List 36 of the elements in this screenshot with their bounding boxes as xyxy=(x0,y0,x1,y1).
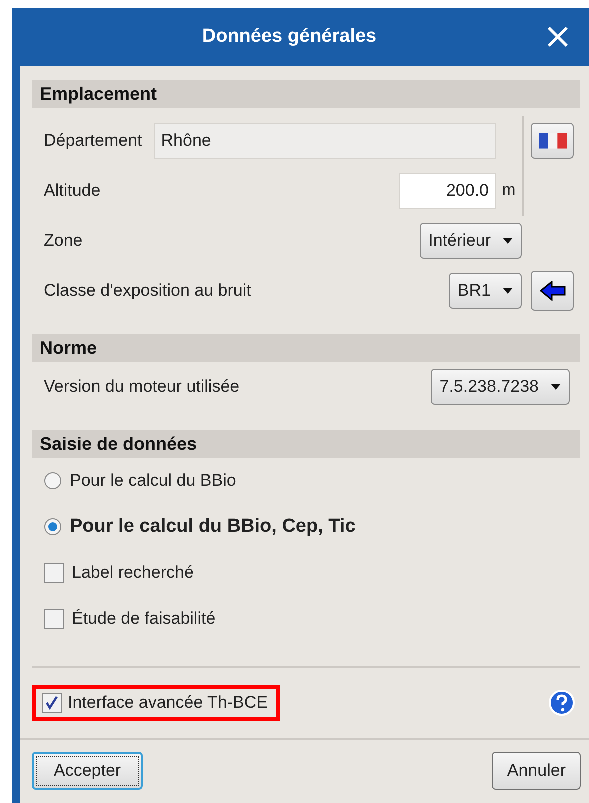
field-label: Altitude xyxy=(44,181,101,201)
dropdown[interactable]: BR1 xyxy=(448,273,522,309)
field-label: Zone xyxy=(44,231,83,251)
dropdown[interactable]: Intérieur xyxy=(420,223,522,259)
field-label: Classe d'exposition au bruit xyxy=(44,281,252,301)
section-header: Emplacement xyxy=(32,80,580,108)
dropdown[interactable]: 7.5.238.7238 xyxy=(430,369,570,405)
checkbox[interactable] xyxy=(44,563,64,583)
number-field[interactable]: 200.0 xyxy=(399,173,496,209)
option-label: Interface avancée Th-BCE xyxy=(68,693,268,713)
caret-icon xyxy=(503,288,513,294)
option-label: Label recherché xyxy=(72,563,194,583)
arrow-icon xyxy=(540,281,566,301)
checkbox[interactable] xyxy=(42,693,62,713)
caret-icon xyxy=(503,238,513,244)
field-label: Département xyxy=(44,131,142,151)
close-icon[interactable] xyxy=(547,26,569,48)
section-header: Saisie de données xyxy=(32,430,580,458)
dialog-button[interactable]: Accepter xyxy=(32,752,144,790)
arrow-button[interactable] xyxy=(531,271,574,311)
checkbox[interactable] xyxy=(44,609,64,629)
caret-icon xyxy=(551,384,561,390)
option-label: Pour le calcul du BBio xyxy=(70,471,236,491)
text-field[interactable]: Rhône xyxy=(154,123,496,159)
dialog-button[interactable]: Annuler xyxy=(492,752,581,790)
option-label: Pour le calcul du BBio, Cep, Tic xyxy=(70,516,356,538)
field-label: Version du moteur utilisée xyxy=(44,377,240,397)
window-title: Données générales xyxy=(201,26,378,48)
unit-label: m xyxy=(501,182,517,200)
flag-button[interactable] xyxy=(531,123,574,159)
radio-button[interactable] xyxy=(44,518,62,536)
flag-icon xyxy=(538,133,566,149)
option-label: Étude de faisabilité xyxy=(72,609,216,629)
help-icon[interactable] xyxy=(548,689,576,717)
radio-button[interactable] xyxy=(44,472,62,490)
section-header: Norme xyxy=(32,334,580,362)
